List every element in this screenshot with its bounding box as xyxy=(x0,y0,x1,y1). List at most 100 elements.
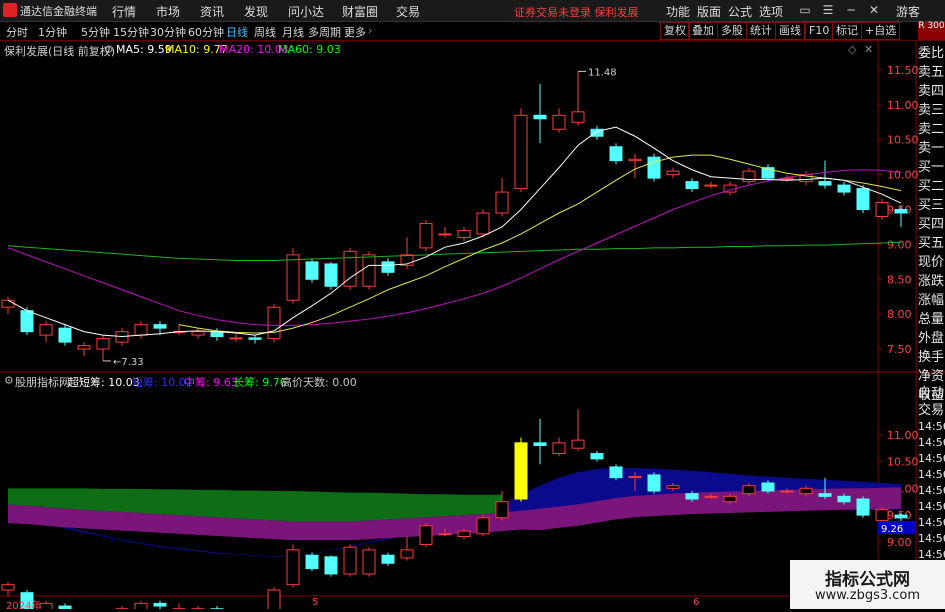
sub-candle-body xyxy=(382,555,394,563)
trade-time-3: 14:56 xyxy=(918,467,945,483)
trade-time-2: 14:56 xyxy=(918,451,945,467)
quote-panel: 委比卖五卖四卖三卖二卖一买一买二买三买四买五现价涨跌涨幅总量外盘换手净资收益 xyxy=(918,44,945,405)
sub-candle-body xyxy=(135,603,147,609)
chart-canvas[interactable]: 11.5011.0010.5010.009.509.008.508.007.50… xyxy=(0,0,945,609)
trade-time-1: 14:56 xyxy=(918,435,945,451)
quote-field-13: 涨幅 xyxy=(918,291,945,310)
sub-candle-body xyxy=(895,515,907,518)
sub-candle-body xyxy=(553,443,565,454)
candle-body xyxy=(496,192,508,213)
candle-body xyxy=(40,325,52,335)
candle-body xyxy=(705,185,717,186)
candle-body xyxy=(59,328,71,342)
quote-field-14: 总量 xyxy=(918,310,945,329)
candle-body xyxy=(97,339,109,349)
sub-candle-body xyxy=(268,590,280,609)
candle-body xyxy=(135,325,147,335)
date-label-year: 2024年 xyxy=(6,597,41,612)
quote-field-1: 卖五 xyxy=(918,63,945,82)
price-tick-label: 7.50 xyxy=(887,343,912,356)
highlight-body xyxy=(515,443,527,499)
quote-field-6: 买一 xyxy=(918,158,945,177)
candle-body xyxy=(420,223,432,247)
current-value-label: 9.26 xyxy=(881,524,903,535)
low-label: ←7.33 xyxy=(113,357,144,368)
candle-body xyxy=(439,234,451,235)
candle-body xyxy=(287,255,299,300)
sub-candle-body xyxy=(2,585,14,590)
candle-body xyxy=(743,171,755,181)
quote-field-17: 净资 xyxy=(918,367,945,386)
sub-tick-label: 9.00 xyxy=(887,536,912,549)
sub-candle-body xyxy=(287,550,299,585)
candle-body xyxy=(249,338,261,339)
sub-candle-body xyxy=(857,499,869,515)
sub-candle-body xyxy=(686,494,698,499)
price-tick-label: 8.50 xyxy=(887,273,912,286)
candle-body xyxy=(458,230,470,237)
quote-field-5: 卖一 xyxy=(918,139,945,158)
sub-candle-body xyxy=(344,547,356,574)
candle-body xyxy=(629,159,641,160)
sub-candle-body xyxy=(781,491,793,492)
candle-body xyxy=(78,346,90,349)
sub-candle-body xyxy=(363,550,375,574)
candle-body xyxy=(876,203,888,217)
candle-body xyxy=(686,182,698,189)
candle-body xyxy=(21,311,33,332)
sub-candle-body xyxy=(743,486,755,494)
candle-body xyxy=(154,325,166,328)
trade-time-4: 14:56 xyxy=(918,483,945,499)
sub-candle-body xyxy=(40,603,52,609)
sub-candle-body xyxy=(420,526,432,545)
candle-body xyxy=(838,185,850,192)
candle-body xyxy=(268,307,280,338)
sub-candle-body xyxy=(648,475,660,491)
ma5-line xyxy=(8,127,901,336)
candle-body xyxy=(477,213,489,234)
candle-body xyxy=(515,115,527,188)
sub-candle-body xyxy=(401,550,413,558)
sub-candle-body xyxy=(762,483,774,491)
candle-body xyxy=(572,112,584,122)
sub-candle-body xyxy=(496,502,508,518)
trade-time-7: 14:56 xyxy=(918,531,945,547)
quote-field-9: 买四 xyxy=(918,215,945,234)
sub-tick-label: 10.50 xyxy=(887,456,919,469)
trade-mode-0[interactable]: 自动 xyxy=(918,385,945,402)
sub-candle-body xyxy=(572,440,584,448)
ma20-line xyxy=(8,170,901,326)
candle-body xyxy=(553,115,565,129)
sub-candle-body xyxy=(838,496,850,501)
quote-field-11: 现价 xyxy=(918,253,945,272)
sub-candle-body xyxy=(819,494,831,497)
sub-candle-body xyxy=(325,557,337,574)
trade-panel: 自动交易14:5614:5614:5614:5614:5614:5614:561… xyxy=(918,385,945,563)
candle-body xyxy=(857,189,869,210)
sub-candle-body xyxy=(705,496,717,497)
candle-body xyxy=(363,255,375,286)
price-tick-label: 9.00 xyxy=(887,238,912,251)
sub-candle-body xyxy=(800,488,812,493)
price-tick-label: 11.50 xyxy=(887,64,919,77)
date-label-may: 5 xyxy=(312,597,318,608)
trade-mode-1[interactable]: 交易 xyxy=(918,402,945,419)
quote-field-10: 买五 xyxy=(918,234,945,253)
watermark-url: www.zbgs3.com xyxy=(790,588,945,603)
quote-field-4: 卖二 xyxy=(918,120,945,139)
quote-field-0: 委比 xyxy=(918,44,945,63)
candle-body xyxy=(382,262,394,272)
candle-body xyxy=(2,300,14,307)
watermark-title: 指标公式网 xyxy=(790,565,945,590)
candle-body xyxy=(667,171,679,174)
price-tick-label: 8.00 xyxy=(887,308,912,321)
high-label: 11.48 xyxy=(588,67,617,78)
sub-candle-body xyxy=(876,510,888,521)
quote-field-8: 买三 xyxy=(918,196,945,215)
sub-candle-body xyxy=(629,477,641,478)
sub-candle-body xyxy=(306,555,318,568)
candle-body xyxy=(230,338,242,339)
candle-body xyxy=(819,182,831,185)
sub-candle-body xyxy=(667,486,679,489)
candle-body xyxy=(306,262,318,279)
